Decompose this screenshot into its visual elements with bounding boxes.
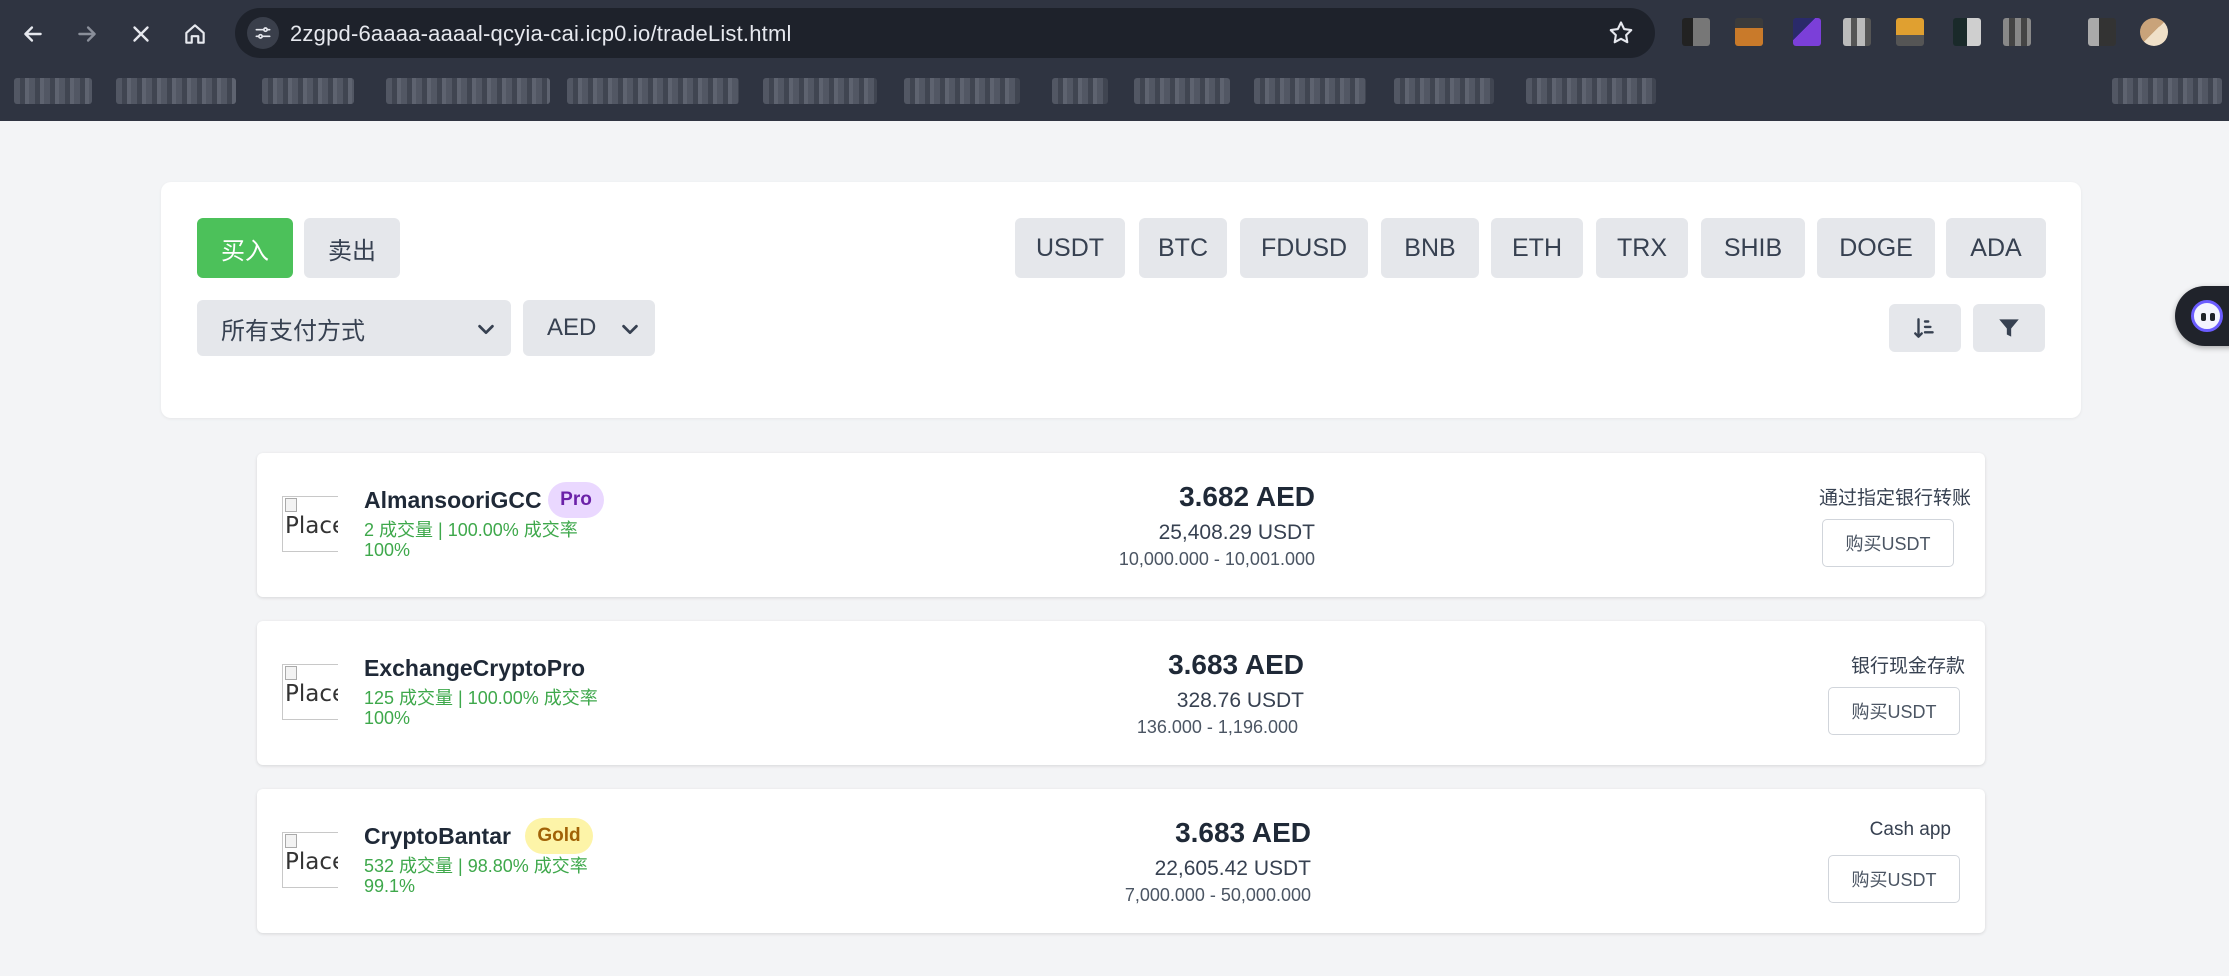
trade-stats: 532 成交量 | 98.80% 成交率 bbox=[364, 856, 588, 876]
payment-method: 通过指定银行转账 bbox=[1818, 488, 1971, 509]
url-text: 2zgpd-6aaaa-aaaal-qcyia-cai.icp0.io/trad… bbox=[290, 21, 792, 46]
payment-method: 银行现金存款 bbox=[1850, 656, 1965, 677]
listing-card: Placeholder AlmansooriGCC Pro 2 成交量 | 10… bbox=[257, 453, 1985, 597]
bookmark-item[interactable] bbox=[1052, 78, 1108, 104]
unit-price: 3.683 AED bbox=[1168, 649, 1304, 680]
buy-usdt-button[interactable]: 购买USDT bbox=[1828, 687, 1960, 735]
sell-tab[interactable]: 卖出 bbox=[304, 218, 400, 278]
extension-icon[interactable] bbox=[1793, 18, 1821, 46]
listing-card: Placeholder CryptoBantar Gold 532 成交量 | … bbox=[257, 789, 1985, 933]
buy-tab[interactable]: 买入 bbox=[197, 218, 293, 278]
home-button[interactable] bbox=[175, 14, 215, 54]
arrow-right-icon bbox=[78, 26, 96, 42]
bookmark-item[interactable] bbox=[1254, 78, 1366, 104]
payment-method: Cash app bbox=[1869, 819, 1951, 840]
bookmark-item[interactable] bbox=[904, 78, 1020, 104]
bookmark-item[interactable] bbox=[386, 78, 550, 104]
extension-icon[interactable] bbox=[1953, 18, 1981, 46]
coin-tab-doge[interactable]: DOGE bbox=[1817, 218, 1935, 278]
trade-list-page: 买入 卖出 USDT BTC FDUSD BNB ETH TRX SHIB DO… bbox=[0, 121, 2229, 976]
broken-image-icon bbox=[285, 498, 297, 512]
trade-stats: 125 成交量 | 100.00% 成交率 bbox=[364, 688, 598, 708]
completion-rate: 99.1% bbox=[364, 876, 416, 896]
robot-icon bbox=[2191, 300, 2223, 332]
merchant-badge: Gold bbox=[525, 818, 593, 854]
bookmark-item[interactable] bbox=[14, 78, 92, 104]
buy-usdt-button[interactable]: 购买USDT bbox=[1822, 519, 1954, 567]
order-limits: 10,000.000 - 10,001.000 bbox=[1118, 549, 1315, 569]
broken-image-icon bbox=[285, 834, 297, 848]
coin-tab-usdt[interactable]: USDT bbox=[1015, 218, 1125, 278]
coin-tab-btc[interactable]: BTC bbox=[1139, 218, 1227, 278]
tune-icon bbox=[255, 27, 271, 39]
extension-icon[interactable] bbox=[1735, 18, 1763, 46]
extension-icon[interactable] bbox=[1682, 18, 1710, 46]
bookmarks-bar bbox=[0, 70, 2229, 112]
browser-toolbar: 2zgpd-6aaaa-aaaal-qcyia-cai.icp0.io/trad… bbox=[0, 0, 2229, 121]
coin-tab-trx[interactable]: TRX bbox=[1596, 218, 1688, 278]
chevron-down-icon bbox=[478, 324, 494, 335]
bookmark-item[interactable] bbox=[1526, 78, 1656, 104]
sort-amount-icon bbox=[1914, 318, 1934, 338]
completion-rate: 100% bbox=[364, 540, 411, 560]
merchant-name[interactable]: ExchangeCryptoPro bbox=[364, 655, 585, 682]
forward-button[interactable] bbox=[67, 14, 107, 54]
extension-icon[interactable] bbox=[1843, 18, 1871, 46]
site-info-button[interactable] bbox=[247, 17, 279, 49]
available-amount: 25,408.29 USDT bbox=[1158, 521, 1315, 544]
trade-stats: 2 成交量 | 100.00% 成交率 bbox=[364, 520, 578, 540]
completion-rate: 100% bbox=[364, 708, 411, 728]
coin-tab-ada[interactable]: ADA bbox=[1946, 218, 2046, 278]
merchant-avatar: Placeholder bbox=[282, 496, 338, 552]
merchant-avatar: Placeholder bbox=[282, 664, 338, 720]
filter-panel: 买入 卖出 USDT BTC FDUSD BNB ETH TRX SHIB DO… bbox=[161, 182, 2081, 418]
extension-icon[interactable] bbox=[1896, 18, 1924, 46]
address-bar[interactable]: 2zgpd-6aaaa-aaaal-qcyia-cai.icp0.io/trad… bbox=[235, 8, 1655, 58]
unit-price: 3.682 AED bbox=[1179, 481, 1315, 512]
filter-button[interactable] bbox=[1973, 304, 2045, 352]
available-amount: 328.76 USDT bbox=[1176, 689, 1304, 712]
merchant-name[interactable]: CryptoBantar bbox=[364, 823, 511, 850]
funnel-icon bbox=[1999, 319, 2019, 337]
close-icon bbox=[133, 26, 149, 42]
broken-image-icon bbox=[285, 666, 297, 680]
home-icon bbox=[185, 24, 205, 44]
unit-price: 3.683 AED bbox=[1175, 817, 1311, 848]
arrow-left-icon bbox=[24, 26, 42, 42]
coin-tab-fdusd[interactable]: FDUSD bbox=[1240, 218, 1368, 278]
bookmark-item[interactable] bbox=[116, 78, 236, 104]
extension-icon[interactable] bbox=[2088, 18, 2116, 46]
bookmark-item[interactable] bbox=[262, 78, 354, 104]
back-button[interactable] bbox=[13, 14, 53, 54]
listing-card: Placeholder ExchangeCryptoPro 125 成交量 | … bbox=[257, 621, 1985, 765]
currency-select[interactable]: AED bbox=[523, 300, 655, 356]
coin-tab-bnb[interactable]: BNB bbox=[1381, 218, 1479, 278]
star-icon[interactable] bbox=[1607, 19, 1635, 47]
chevron-down-icon bbox=[622, 324, 638, 335]
merchant-avatar: Placeholder bbox=[282, 832, 338, 888]
bookmark-item[interactable] bbox=[567, 78, 739, 104]
assistant-widget[interactable] bbox=[2175, 286, 2229, 346]
coin-tab-shib[interactable]: SHIB bbox=[1701, 218, 1805, 278]
currency-value: AED bbox=[547, 314, 597, 341]
coin-tab-eth[interactable]: ETH bbox=[1491, 218, 1583, 278]
bookmark-item[interactable] bbox=[1394, 78, 1494, 104]
profile-avatar[interactable] bbox=[2140, 18, 2168, 46]
bookmark-item[interactable] bbox=[763, 78, 877, 104]
stop-loading-button[interactable] bbox=[121, 14, 161, 54]
merchant-name[interactable]: AlmansooriGCC bbox=[364, 487, 542, 514]
sort-button[interactable] bbox=[1889, 304, 1961, 352]
order-limits: 136.000 - 1,196.000 bbox=[1136, 717, 1298, 737]
extension-icon[interactable] bbox=[2003, 18, 2031, 46]
all-bookmarks[interactable] bbox=[2112, 78, 2222, 104]
order-limits: 7,000.000 - 50,000.000 bbox=[1124, 885, 1311, 905]
available-amount: 22,605.42 USDT bbox=[1154, 857, 1311, 880]
payment-method-value: 所有支付方式 bbox=[221, 317, 365, 345]
payment-method-select[interactable]: 所有支付方式 bbox=[197, 300, 511, 356]
buy-usdt-button[interactable]: 购买USDT bbox=[1828, 855, 1960, 903]
merchant-badge: Pro bbox=[548, 482, 604, 518]
bookmark-item[interactable] bbox=[1134, 78, 1230, 104]
